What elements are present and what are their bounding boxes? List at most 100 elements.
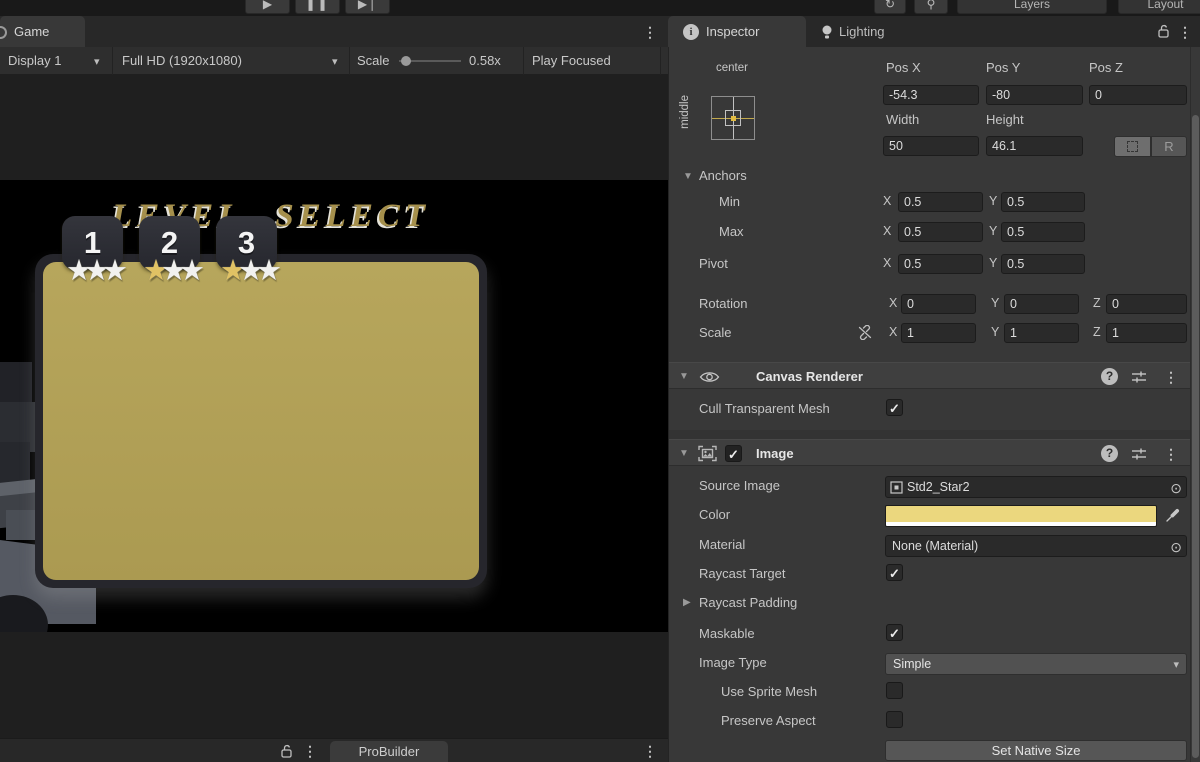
material-field[interactable]: None (Material) <box>885 535 1187 557</box>
pos-y-field[interactable]: -80 <box>986 85 1083 105</box>
unity-editor: ▶ ❚❚ ▶❘ ↻ ⚲ Layers Layout Game Display 1… <box>0 0 1200 762</box>
search-button[interactable]: ⚲ <box>914 0 948 14</box>
panel-menu-icon[interactable] <box>643 743 657 759</box>
play-focused-dropdown[interactable]: Play Focused <box>523 47 660 75</box>
canvas-renderer-header[interactable]: Canvas Renderer <box>669 362 1190 389</box>
rotation-x-field[interactable]: 0 <box>901 294 976 314</box>
panel-menu-icon[interactable] <box>303 743 317 759</box>
resolution-dropdown[interactable]: Full HD (1920x1080) <box>112 47 349 75</box>
step-button[interactable]: ▶❘ <box>345 0 390 14</box>
anchors-max-x-field[interactable]: 0.5 <box>898 222 983 242</box>
anchors-min-x-field[interactable]: 0.5 <box>898 192 983 212</box>
anchors-min-y-field[interactable]: 0.5 <box>1001 192 1085 212</box>
layout-dropdown[interactable]: Layout <box>1118 0 1200 14</box>
anchors-max-y-field[interactable]: 0.5 <box>1001 222 1085 242</box>
axis-y-label: Y <box>991 296 999 310</box>
object-picker-icon[interactable] <box>1170 478 1182 498</box>
inspector-menu-icon[interactable] <box>1178 24 1192 40</box>
width-field[interactable]: 50 <box>883 136 979 156</box>
source-image-value: Std2_Star2 <box>907 477 970 497</box>
rotation-y-field[interactable]: 0 <box>1004 294 1079 314</box>
play-button[interactable]: ▶ <box>245 0 290 14</box>
color-swatch[interactable] <box>886 506 1156 522</box>
foldout-icon[interactable] <box>679 371 689 382</box>
pos-y-label: Pos Y <box>986 60 1020 75</box>
game-panel-menu-icon[interactable] <box>643 24 657 40</box>
scale-x-field[interactable]: 1 <box>901 323 976 343</box>
probuilder-tab-label: ProBuilder <box>359 744 420 759</box>
link-broken-icon[interactable] <box>857 325 873 340</box>
width-label: Width <box>886 112 919 127</box>
star-icon: ★ <box>66 255 84 287</box>
raw-edit-mode-button[interactable]: R <box>1151 136 1187 157</box>
play-focused-label: Play Focused <box>532 47 611 75</box>
tab-probuilder[interactable]: ProBuilder <box>330 741 448 762</box>
image-component-header[interactable]: Image <box>669 439 1190 466</box>
height-label: Height <box>986 112 1024 127</box>
axis-y-label: Y <box>989 256 997 270</box>
layers-label: Layers <box>1014 0 1050 11</box>
pos-z-field[interactable]: 0 <box>1089 85 1187 105</box>
game-view-toolbar: Display 1 Full HD (1920x1080) Scale 0.58… <box>0 47 668 75</box>
raycast-padding-foldout-icon[interactable] <box>683 597 691 608</box>
game-tab-label: Game <box>14 16 49 47</box>
pos-x-field[interactable]: -54.3 <box>883 85 979 105</box>
anchors-foldout-icon[interactable] <box>683 171 693 182</box>
chevron-down-icon <box>1173 654 1179 675</box>
layout-label: Layout <box>1147 0 1183 11</box>
height-field[interactable]: 46.1 <box>986 136 1083 156</box>
raycast-target-label: Raycast Target <box>699 566 785 581</box>
scale-slider-handle[interactable] <box>401 56 411 66</box>
foldout-icon[interactable] <box>679 448 689 459</box>
presets-icon[interactable] <box>1131 370 1147 384</box>
eye-icon[interactable] <box>699 370 720 384</box>
help-icon[interactable] <box>1101 368 1118 385</box>
pivot-x-field[interactable]: 0.5 <box>898 254 983 274</box>
display-label: Display 1 <box>8 47 61 75</box>
anchor-preset-horizontal-label: center <box>716 62 748 74</box>
display-dropdown[interactable]: Display 1 <box>0 47 112 75</box>
image-enabled-checkbox[interactable] <box>725 445 742 462</box>
component-menu-icon[interactable] <box>1164 369 1178 385</box>
raycast-target-checkbox[interactable] <box>886 564 903 581</box>
lock-icon[interactable] <box>280 744 293 758</box>
component-menu-icon[interactable] <box>1164 446 1178 462</box>
image-type-label: Image Type <box>699 655 767 670</box>
chevron-down-icon <box>94 47 100 76</box>
scale-y-field[interactable]: 1 <box>1004 323 1079 343</box>
game-tab-icon <box>0 26 7 39</box>
pivot-y-field[interactable]: 0.5 <box>1001 254 1085 274</box>
source-image-field[interactable]: Std2_Star2 <box>885 476 1187 498</box>
eyedropper-icon[interactable] <box>1165 507 1181 523</box>
tab-lighting[interactable]: Lighting <box>813 16 933 47</box>
anchor-preset-widget[interactable] <box>711 96 755 140</box>
image-type-dropdown[interactable]: Simple <box>885 653 1187 675</box>
help-icon[interactable] <box>1101 445 1118 462</box>
blueprint-mode-button[interactable] <box>1114 136 1151 157</box>
axis-y-label: Y <box>991 325 999 339</box>
rotation-z-field[interactable]: 0 <box>1106 294 1187 314</box>
level-3-stars: ★★★ <box>202 256 292 286</box>
object-picker-icon[interactable] <box>1170 537 1182 557</box>
presets-icon[interactable] <box>1131 447 1147 461</box>
cull-transparent-mesh-checkbox[interactable] <box>886 399 903 416</box>
preserve-aspect-checkbox[interactable] <box>886 711 903 728</box>
use-sprite-mesh-checkbox[interactable] <box>886 682 903 699</box>
image-type-value: Simple <box>893 657 931 671</box>
anchors-max-label: Max <box>719 224 744 239</box>
color-label: Color <box>699 507 730 522</box>
pause-button[interactable]: ❚❚ <box>295 0 340 14</box>
tab-game[interactable]: Game <box>0 16 85 47</box>
services-button[interactable]: ↻ <box>874 0 906 14</box>
scale-z-field[interactable]: 1 <box>1106 323 1187 343</box>
layers-dropdown[interactable]: Layers <box>957 0 1107 14</box>
inspector-panel: center middle Pos X Pos Y Pos Z -54.3 -8… <box>668 47 1190 762</box>
tab-inspector[interactable]: Inspector <box>668 16 806 47</box>
scrollbar-thumb[interactable] <box>1192 115 1199 758</box>
lock-icon[interactable] <box>1157 24 1170 38</box>
axis-z-label: Z <box>1093 296 1101 310</box>
color-field[interactable] <box>885 505 1157 527</box>
set-native-size-button[interactable]: Set Native Size <box>885 740 1187 761</box>
axis-x-label: X <box>883 194 891 208</box>
maskable-checkbox[interactable] <box>886 624 903 641</box>
